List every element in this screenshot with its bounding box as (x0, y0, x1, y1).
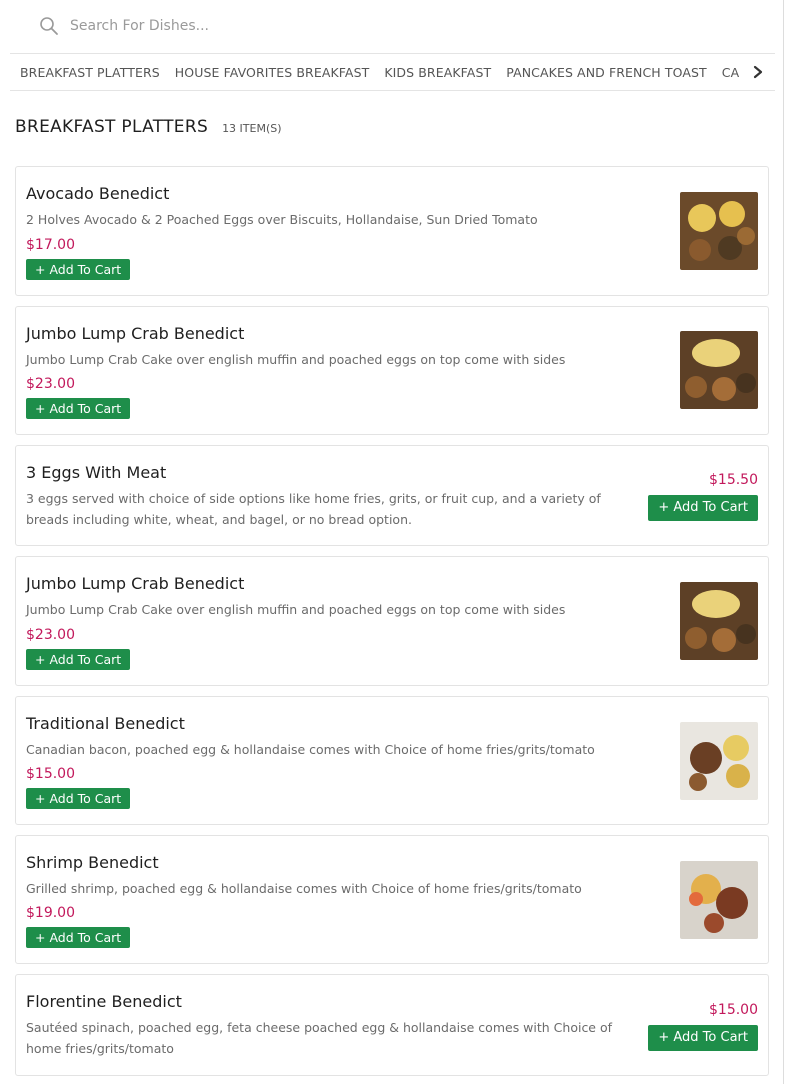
category-nav: BREAKFAST PLATTERS HOUSE FAVORITES BREAK… (10, 54, 775, 91)
dish-image[interactable] (680, 722, 758, 800)
add-to-cart-button[interactable]: + Add To Cart (648, 1025, 758, 1051)
add-to-cart-button[interactable]: + Add To Cart (26, 259, 131, 280)
menu-item-card[interactable]: Florentine Benedict Sautéed spinach, poa… (15, 974, 769, 1076)
chevron-right-icon[interactable] (751, 64, 765, 80)
dish-image[interactable] (680, 582, 758, 660)
menu-item-card[interactable]: Jumbo Lump Crab Benedict Jumbo Lump Crab… (15, 556, 769, 686)
page-divider (783, 0, 784, 1084)
dish-image[interactable] (680, 861, 758, 939)
dish-name: Shrimp Benedict (26, 853, 159, 872)
dish-price: $23.00 (26, 376, 75, 392)
dish-description: Jumbo Lump Crab Cake over english muffin… (26, 352, 566, 367)
dish-price: $15.50 (709, 472, 758, 488)
dish-price: $15.00 (26, 766, 75, 782)
dish-description: 2 Holves Avocado & 2 Poached Eggs over B… (26, 212, 538, 227)
dish-name: 3 Eggs With Meat (26, 463, 167, 482)
section-title: BREAKFAST PLATTERS (15, 117, 209, 137)
search-bar (10, 0, 775, 54)
search-input[interactable] (70, 12, 670, 40)
dish-name: Avocado Benedict (26, 184, 170, 203)
add-to-cart-button[interactable]: + Add To Cart (648, 495, 758, 521)
menu-item-card[interactable]: Avocado Benedict 2 Holves Avocado & 2 Po… (15, 166, 769, 296)
category-house-favorites-breakfast[interactable]: HOUSE FAVORITES BREAKFAST (175, 65, 370, 80)
section-header: BREAKFAST PLATTERS 13 ITEM(S) (15, 117, 282, 143)
menu-item-card[interactable]: Traditional Benedict Canadian bacon, poa… (15, 696, 769, 825)
category-pancakes-french-toast[interactable]: PANCAKES AND FRENCH TOAST (506, 65, 707, 80)
menu-page: BREAKFAST PLATTERS HOUSE FAVORITES BREAK… (0, 0, 785, 1084)
dish-image[interactable] (680, 331, 758, 409)
dish-description: Canadian bacon, poached egg & hollandais… (26, 742, 595, 757)
add-to-cart-button[interactable]: + Add To Cart (26, 927, 131, 948)
dish-description: 3 eggs served with choice of side option… (26, 491, 601, 527)
add-to-cart-button[interactable]: + Add To Cart (26, 649, 131, 670)
menu-item-card[interactable]: Jumbo Lump Crab Benedict Jumbo Lump Crab… (15, 306, 769, 435)
menu-item-card[interactable]: 3 Eggs With Meat 3 eggs served with choi… (15, 445, 769, 546)
dish-description: Jumbo Lump Crab Cake over english muffin… (26, 602, 566, 617)
category-breakfast-platters[interactable]: BREAKFAST PLATTERS (20, 65, 160, 80)
dish-price: $15.00 (709, 1002, 758, 1018)
add-to-cart-button[interactable]: + Add To Cart (26, 788, 131, 809)
category-track: BREAKFAST PLATTERS HOUSE FAVORITES BREAK… (20, 54, 754, 90)
dish-price: $17.00 (26, 237, 75, 253)
dish-description: Sautéed spinach, poached egg, feta chees… (26, 1020, 613, 1056)
dish-name: Jumbo Lump Crab Benedict (26, 574, 245, 593)
add-to-cart-button[interactable]: + Add To Cart (26, 398, 131, 419)
dish-price: $23.00 (26, 627, 75, 643)
dish-image[interactable] (680, 192, 758, 270)
dish-description: Grilled shrimp, poached egg & hollandais… (26, 881, 582, 896)
dish-name: Florentine Benedict (26, 992, 182, 1011)
search-icon (40, 17, 58, 35)
category-kids-breakfast[interactable]: KIDS BREAKFAST (384, 65, 491, 80)
dish-name: Traditional Benedict (26, 714, 185, 733)
category-truncated[interactable]: CA (722, 65, 739, 80)
dish-name: Jumbo Lump Crab Benedict (26, 324, 245, 343)
menu-item-card[interactable]: Shrimp Benedict Grilled shrimp, poached … (15, 835, 769, 964)
dish-price: $19.00 (26, 905, 75, 921)
item-count: 13 ITEM(S) (222, 122, 282, 135)
